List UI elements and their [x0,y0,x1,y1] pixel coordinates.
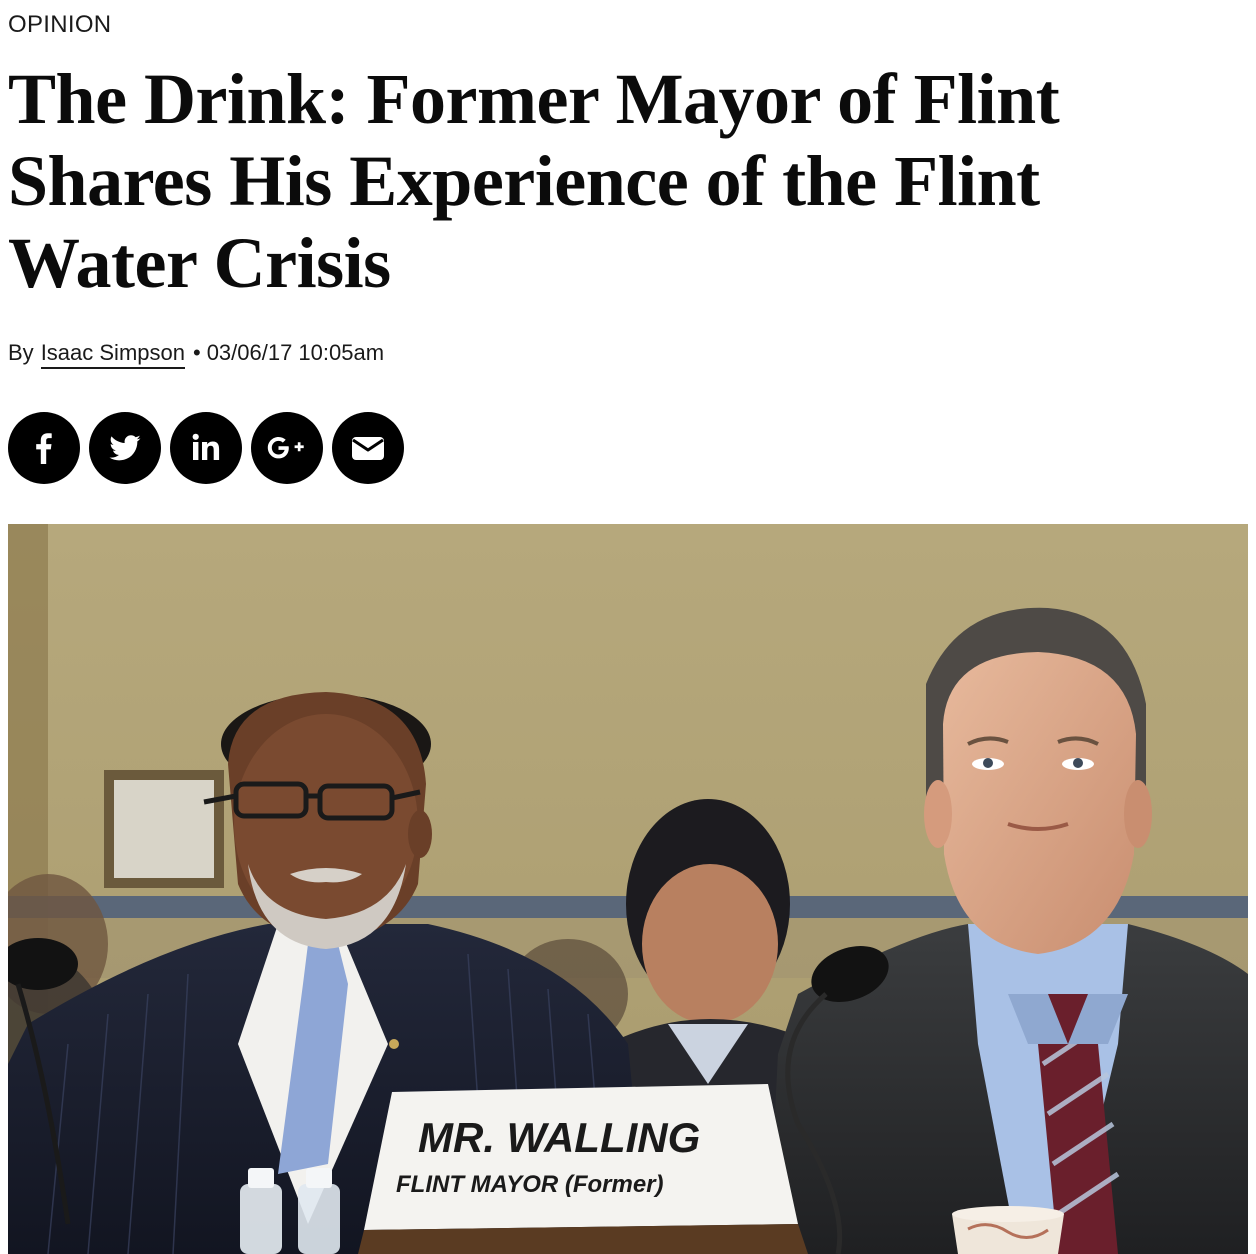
section-kicker[interactable]: OPINION [8,11,111,39]
share-facebook-button[interactable] [8,412,80,484]
publish-timestamp: 03/06/17 10:05am [206,340,385,365]
nameplate-title: FLINT MAYOR (Former) [396,1171,664,1198]
share-bar [8,412,404,484]
hearing-photo: MR. WALLING FLINT MAYOR (Former) [8,524,1248,1254]
share-email-button[interactable] [332,412,404,484]
google-plus-icon [267,437,304,459]
article-hero-photo: MR. WALLING FLINT MAYOR (Former) [8,524,1248,1254]
facebook-icon [36,433,52,464]
byline-prefix: By [8,340,34,365]
twitter-icon [109,435,141,461]
share-linkedin-button[interactable] [170,412,242,484]
email-icon [352,437,384,460]
byline: By Isaac Simpson • 03/06/17 10:05am [8,340,384,369]
share-google-plus-button[interactable] [251,412,323,484]
linkedin-icon [192,433,220,460]
author-link[interactable]: Isaac Simpson [40,340,185,369]
article-headline: The Drink: Former Mayor of Flint Shares … [8,59,1060,303]
share-twitter-button[interactable] [89,412,161,484]
byline-separator: • [192,340,201,365]
nameplate-name: MR. WALLING [418,1114,700,1161]
